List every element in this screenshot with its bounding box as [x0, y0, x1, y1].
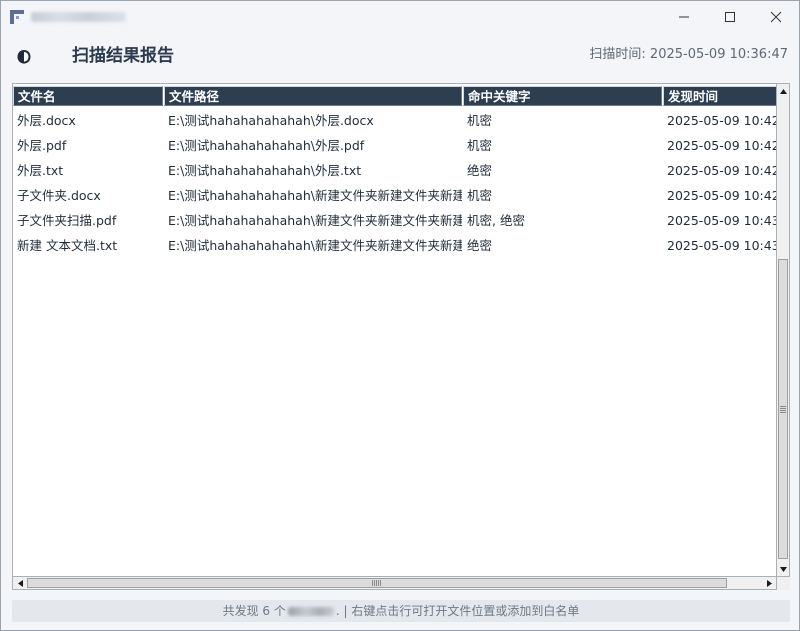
scroll-right-arrow-icon[interactable] — [762, 577, 776, 589]
scrollbar-corner — [777, 577, 790, 590]
page-title: 扫描结果报告 — [72, 46, 174, 66]
column-header-filepath[interactable]: 文件路径 — [164, 86, 462, 106]
cell-keywords: 绝密 — [467, 163, 493, 178]
cell-found-time: 2025-05-09 10:42:5 — [667, 188, 776, 203]
scan-timestamp: 扫描时间: 2025-05-09 10:36:47 — [589, 47, 788, 62]
horizontal-scroll-thumb[interactable] — [27, 578, 727, 588]
maximize-icon — [725, 12, 735, 22]
table-row[interactable]: 外层.pdf E:\测试hahahahahahah\外层.pdf 机密 2025… — [13, 133, 776, 158]
status-message: 共发现 6 个 . | 右键点击行可打开文件位置或添加到白名单 — [12, 600, 790, 622]
maximize-button[interactable] — [707, 1, 753, 33]
cell-found-time: 2025-05-09 10:42:4 — [667, 113, 776, 128]
grip-icon — [780, 406, 786, 414]
vertical-scrollbar[interactable] — [777, 83, 790, 577]
cell-filepath: E:\测试hahahahahahah\外层.docx — [168, 113, 374, 128]
status-bar: 共发现 6 个 . | 右键点击行可打开文件位置或添加到白名单 — [12, 600, 790, 622]
cell-filename: 外层.txt — [17, 163, 64, 178]
cell-filename: 外层.pdf — [17, 138, 67, 153]
cell-keywords: 绝密 — [467, 238, 493, 253]
cell-keywords: 机密, 绝密 — [467, 213, 525, 228]
status-hint: . | 右键点击行可打开文件位置或添加到白名单 — [335, 604, 580, 618]
column-header-keywords[interactable]: 命中关键字 — [463, 86, 662, 106]
cell-filepath: E:\测试hahahahahahah\新建文件夹新建文件夹新建文 — [168, 213, 462, 228]
status-count: 共发现 6 个 — [222, 604, 286, 618]
cell-keywords: 机密 — [467, 188, 493, 203]
report-header: 扫描结果报告 扫描时间: 2025-05-09 10:36:47 — [1, 33, 799, 79]
column-header-filename[interactable]: 文件名 — [13, 86, 163, 106]
minimize-button[interactable] — [661, 1, 707, 33]
cell-keywords: 机密 — [467, 113, 493, 128]
cell-filename: 新建 文本文档.txt — [17, 238, 118, 253]
table-row[interactable]: 新建 文本文档.txt E:\测试hahahahahahah\新建文件夹新建文件… — [13, 233, 776, 258]
window-title-redacted — [31, 12, 126, 22]
table-row[interactable]: 外层.docx E:\测试hahahahahahah\外层.docx 机密 20… — [13, 108, 776, 133]
title-bar[interactable] — [1, 1, 799, 33]
cell-filepath: E:\测试hahahahahahah\外层.txt — [168, 163, 362, 178]
column-header-found-time[interactable]: 发现时间 — [663, 86, 776, 106]
vertical-scroll-thumb[interactable] — [778, 259, 788, 559]
cell-filepath: E:\测试hahahahahahah\外层.pdf — [168, 138, 365, 153]
cell-found-time: 2025-05-09 10:42:4 — [667, 163, 776, 178]
horizontal-scrollbar[interactable] — [12, 577, 777, 590]
app-window: 扫描结果报告 扫描时间: 2025-05-09 10:36:47 文件名 文件路… — [0, 0, 800, 631]
table-body: 外层.docx E:\测试hahahahahahah\外层.docx 机密 20… — [13, 108, 776, 258]
table-row[interactable]: 子文件夹扫描.pdf E:\测试hahahahahahah\新建文件夹新建文件夹… — [13, 208, 776, 233]
results-table[interactable]: 文件名 文件路径 命中关键字 发现时间 外层.docx E:\测试hahahah… — [12, 83, 777, 577]
cell-filepath: E:\测试hahahahahahah\新建文件夹新建文件夹新建文 — [168, 188, 462, 203]
scroll-up-arrow-icon[interactable] — [777, 84, 789, 98]
app-icon — [10, 10, 24, 24]
table-row[interactable]: 外层.txt E:\测试hahahahahahah\外层.txt 绝密 2025… — [13, 158, 776, 183]
minimize-icon — [679, 16, 689, 18]
status-redacted — [287, 607, 334, 616]
close-button[interactable] — [753, 1, 799, 33]
table-row[interactable]: 子文件夹.docx E:\测试hahahahahahah\新建文件夹新建文件夹新… — [13, 183, 776, 208]
cell-filepath: E:\测试hahahahahahah\新建文件夹新建文件夹新建文 — [168, 238, 462, 253]
cell-keywords: 机密 — [467, 138, 493, 153]
table-header: 文件名 文件路径 命中关键字 发现时间 — [13, 84, 776, 108]
cell-found-time: 2025-05-09 10:43:2 — [667, 238, 776, 253]
cell-filename: 子文件夹扫描.pdf — [17, 213, 117, 228]
close-icon — [770, 11, 782, 23]
grip-icon — [372, 580, 381, 586]
cell-found-time: 2025-05-09 10:42:4 — [667, 138, 776, 153]
scroll-left-arrow-icon[interactable] — [13, 577, 27, 589]
scroll-down-arrow-icon[interactable] — [777, 562, 789, 576]
shield-icon — [17, 50, 31, 64]
cell-found-time: 2025-05-09 10:43:1 — [667, 213, 776, 228]
cell-filename: 子文件夹.docx — [17, 188, 101, 203]
cell-filename: 外层.docx — [17, 113, 76, 128]
